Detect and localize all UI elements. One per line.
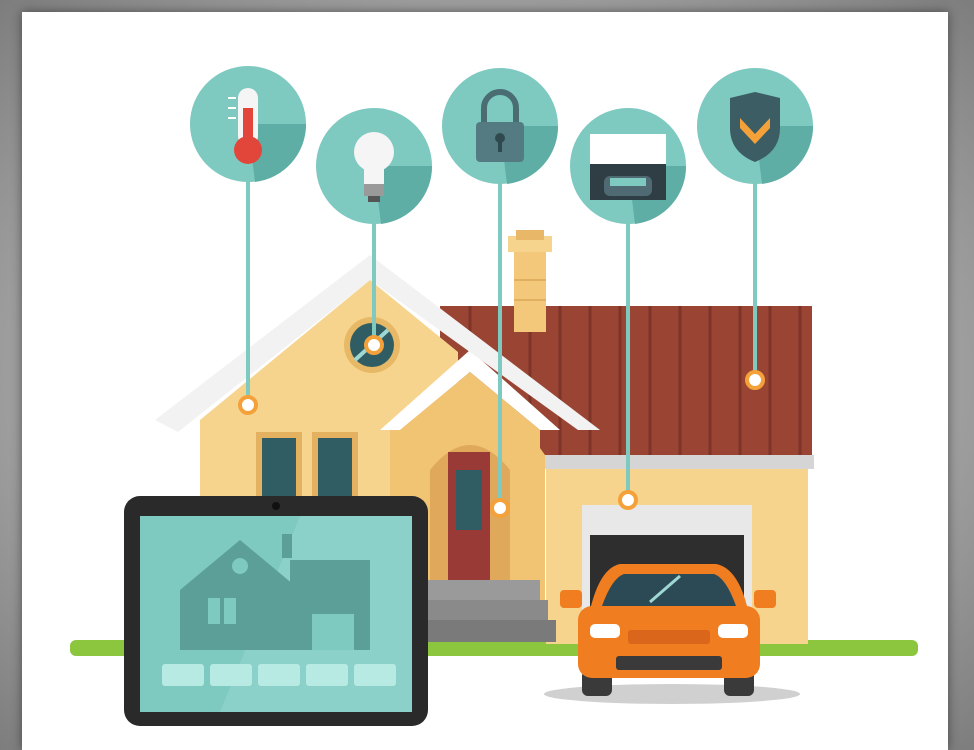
light-bulb-icon	[316, 108, 433, 224]
garage-car-icon	[570, 108, 687, 224]
chimney	[508, 230, 552, 332]
security-shield-icon	[697, 68, 814, 184]
thermometer-icon	[190, 66, 307, 182]
smart-home-illustration	[70, 66, 918, 726]
tablet-device	[124, 496, 428, 726]
padlock-icon	[442, 68, 559, 184]
